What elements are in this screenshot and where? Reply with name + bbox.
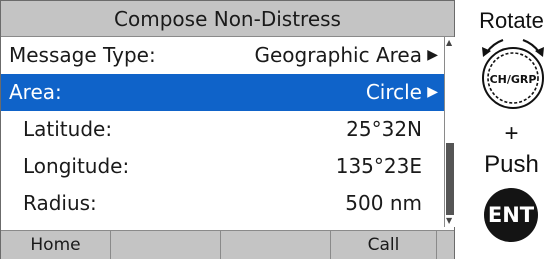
rotate-label: Rotate xyxy=(479,8,544,33)
submenu-arrow-icon: ▶ xyxy=(427,84,438,100)
softkey-call[interactable]: Call xyxy=(331,231,437,259)
submenu-arrow-icon: ▶ xyxy=(427,47,438,63)
scroll-up-icon: ▲ xyxy=(446,38,453,47)
softkey-bar: Home Call xyxy=(1,230,454,259)
row-value: Circle xyxy=(365,80,422,104)
plus-sign: + xyxy=(504,120,519,147)
row-label: Longitude: xyxy=(23,154,130,178)
row-label: Area: xyxy=(9,80,62,104)
row-value: Geographic Area xyxy=(254,43,422,67)
row-value: 25°32N xyxy=(346,117,422,141)
scroll-down-icon: ▼ xyxy=(446,216,453,225)
ent-key-icon[interactable]: ENT xyxy=(484,188,538,242)
radio-display: Compose Non-Distress Message Type: Geogr… xyxy=(0,0,455,259)
menu-row-area[interactable]: Area: Circle ▶ xyxy=(1,74,444,111)
knob-label: CH/GRP xyxy=(490,73,537,86)
softkey-blank-2[interactable] xyxy=(111,231,221,259)
menu-row-message-type[interactable]: Message Type: Geographic Area ▶ xyxy=(1,37,444,74)
menu-scrollbar[interactable]: ▲ ▼ xyxy=(444,37,455,227)
settings-menu: Message Type: Geographic Area ▶ Area: Ci… xyxy=(1,37,444,222)
menu-row-radius[interactable]: Radius: 500 nm xyxy=(1,185,444,222)
menu-row-latitude[interactable]: Latitude: 25°32N xyxy=(1,111,444,148)
push-label: Push xyxy=(484,151,539,178)
menu-row-longitude[interactable]: Longitude: 135°23E xyxy=(1,148,444,185)
softkey-home[interactable]: Home xyxy=(1,231,111,259)
scroll-thumb[interactable] xyxy=(446,143,454,215)
row-label: Radius: xyxy=(23,191,97,215)
row-label: Message Type: xyxy=(9,43,156,67)
row-value: 135°23E xyxy=(335,154,422,178)
screen-title: Compose Non-Distress xyxy=(1,1,454,37)
softkey-blank-5 xyxy=(437,231,454,259)
softkey-blank-3[interactable] xyxy=(221,231,331,259)
operation-hint: Rotate CH/GRP + Push ENT xyxy=(466,0,557,259)
row-value: 500 nm xyxy=(345,191,422,215)
row-label: Latitude: xyxy=(23,117,113,141)
ch-grp-knob-icon[interactable]: CH/GRP xyxy=(473,34,553,114)
